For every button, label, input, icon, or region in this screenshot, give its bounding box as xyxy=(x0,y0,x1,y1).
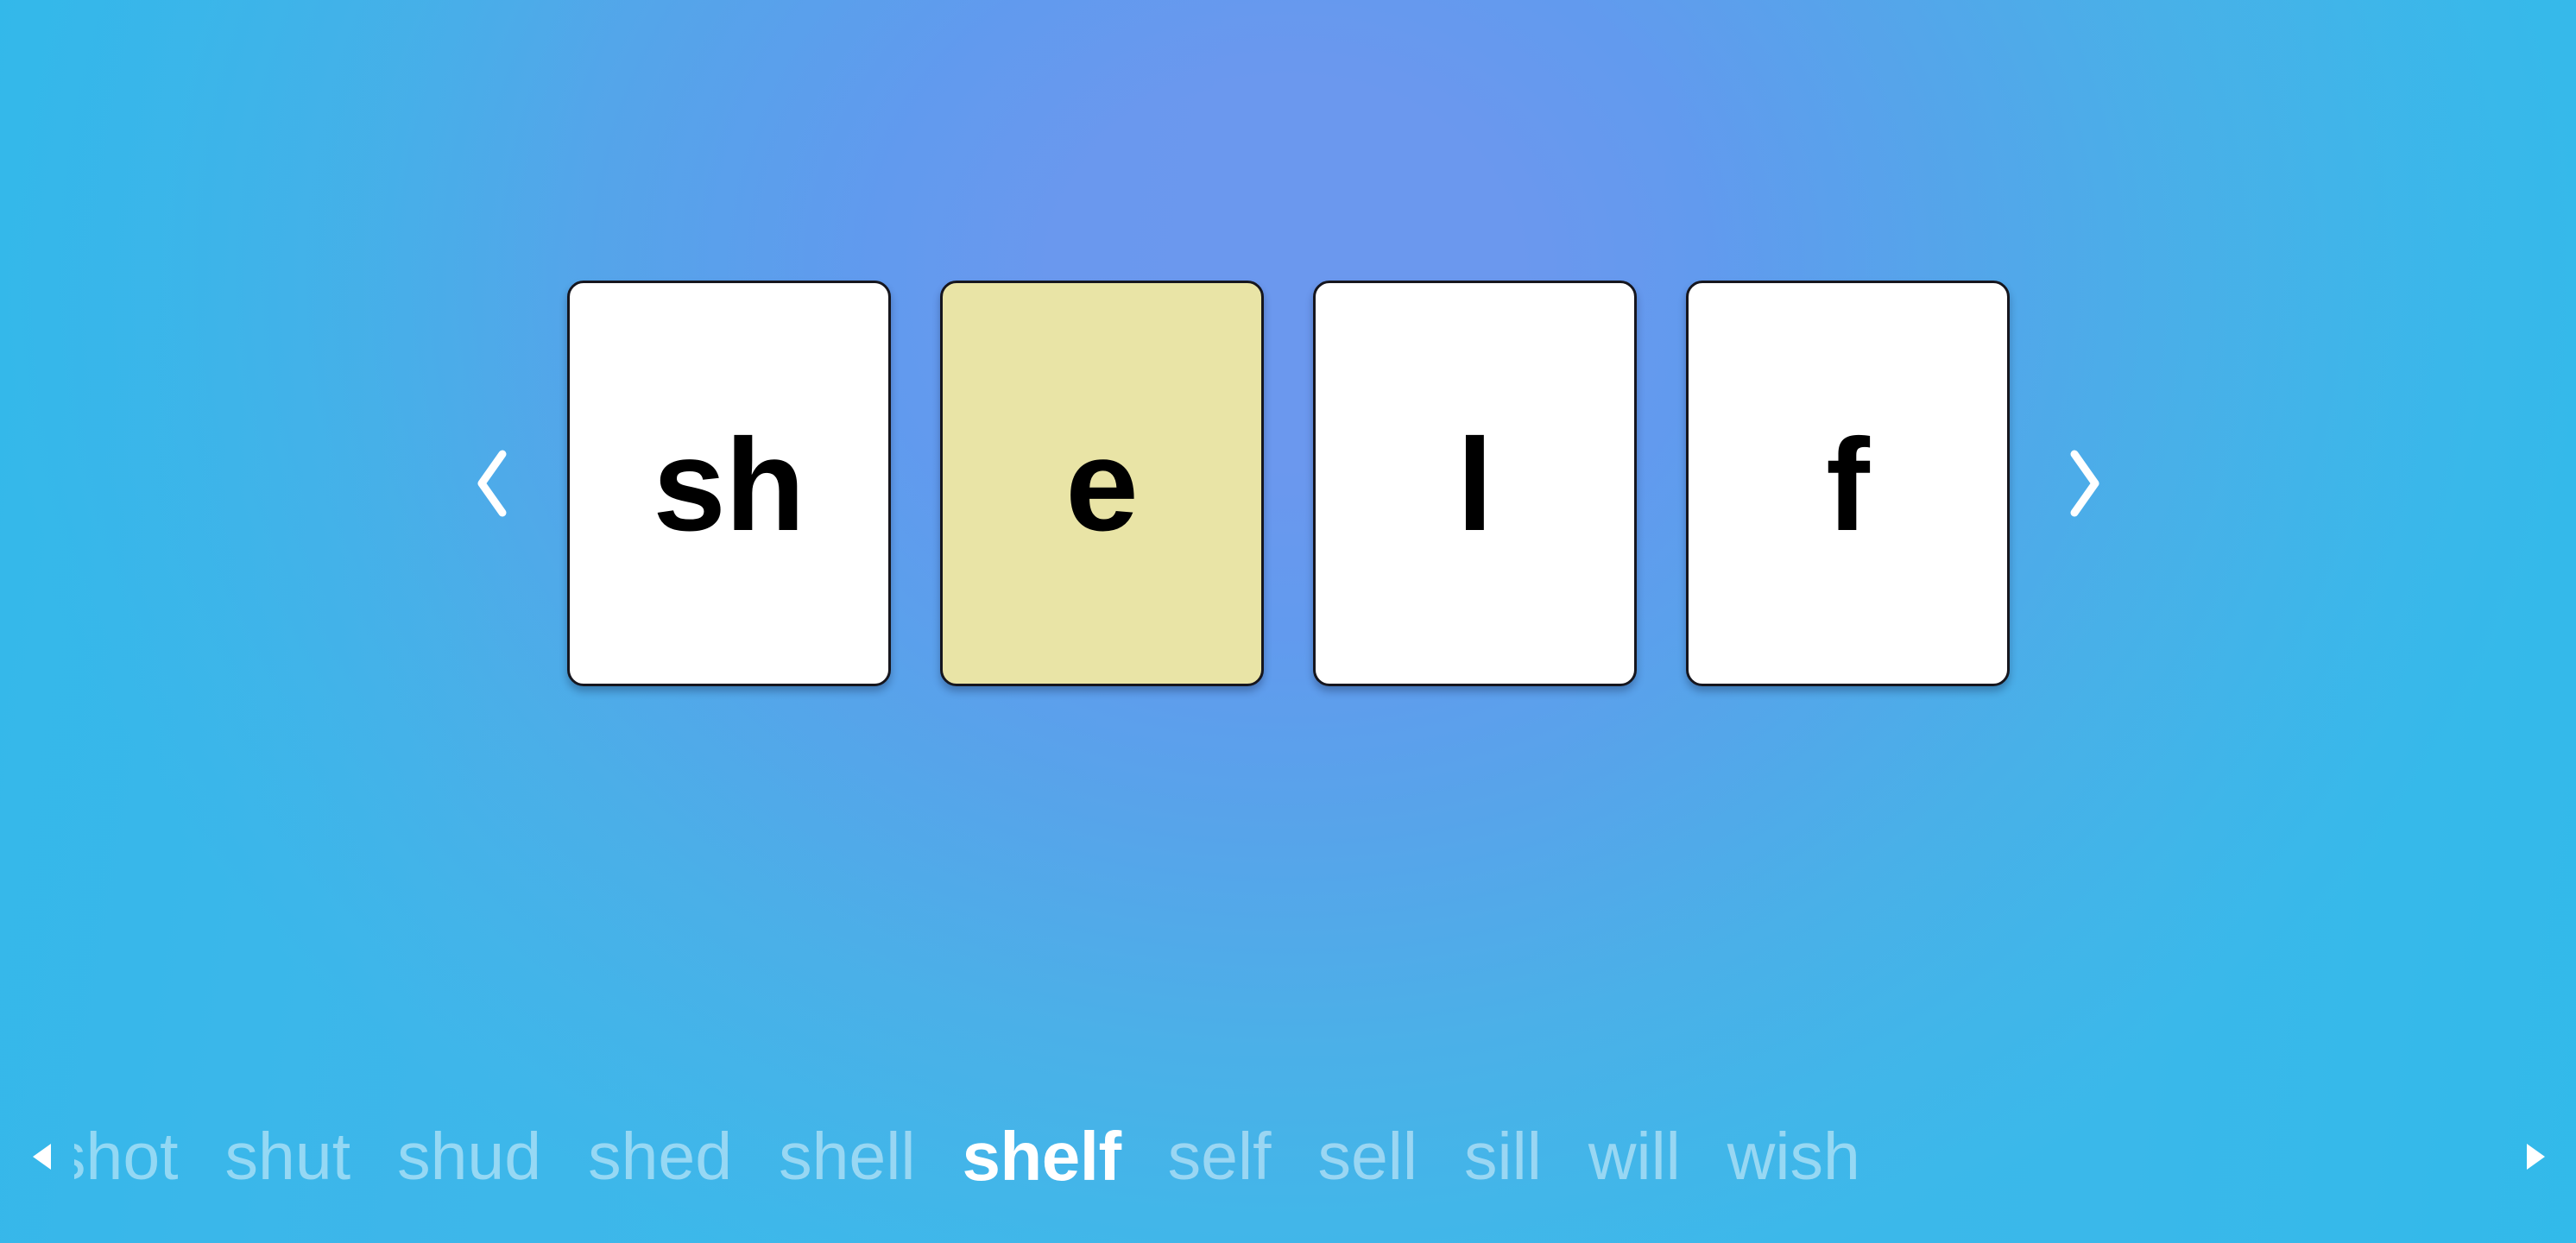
word-list-item[interactable]: shud xyxy=(374,1119,565,1196)
word-list-strip: shot shut shud shed shell shelf self sel… xyxy=(0,1070,2576,1243)
word-list-item[interactable]: self xyxy=(1145,1119,1295,1196)
letter-card-text: sh xyxy=(653,412,805,558)
word-list-item-selected[interactable]: shelf xyxy=(938,1117,1144,1196)
word-list-item[interactable]: shed xyxy=(565,1119,755,1196)
word-strip-scroll-right[interactable] xyxy=(2493,1141,2576,1172)
letter-card[interactable]: e xyxy=(939,281,1264,686)
next-card-arrow[interactable] xyxy=(2046,427,2120,539)
word-list-item[interactable]: sell xyxy=(1294,1119,1441,1196)
letter-card-text: l xyxy=(1456,412,1493,558)
word-list-item[interactable]: shell xyxy=(755,1119,938,1196)
word-builder-stage: sh e l f xyxy=(0,216,2576,751)
letter-card[interactable]: l xyxy=(1312,281,1637,686)
letter-card[interactable]: f xyxy=(1685,281,2010,686)
letter-card-text: e xyxy=(1065,412,1139,558)
chevron-left-icon xyxy=(477,450,506,517)
chevron-right-icon xyxy=(2070,450,2099,517)
word-list-item[interactable]: will xyxy=(1565,1119,1704,1196)
triangle-right-icon xyxy=(2527,1144,2545,1170)
word-list-item[interactable]: wish xyxy=(1704,1119,1884,1196)
word-strip-scroll-left[interactable] xyxy=(0,1141,83,1172)
word-list-item[interactable]: sill xyxy=(1441,1119,1565,1196)
word-list-item[interactable]: shot xyxy=(74,1119,202,1196)
triangle-left-icon xyxy=(33,1144,51,1170)
letter-card-text: f xyxy=(1826,412,1870,558)
previous-card-arrow[interactable] xyxy=(457,427,531,539)
letter-card[interactable]: sh xyxy=(566,281,891,686)
word-list[interactable]: shot shut shud shed shell shelf self sel… xyxy=(74,1070,2493,1243)
word-list-item[interactable]: shut xyxy=(202,1119,375,1196)
letter-card-row: sh e l f xyxy=(566,281,2010,686)
